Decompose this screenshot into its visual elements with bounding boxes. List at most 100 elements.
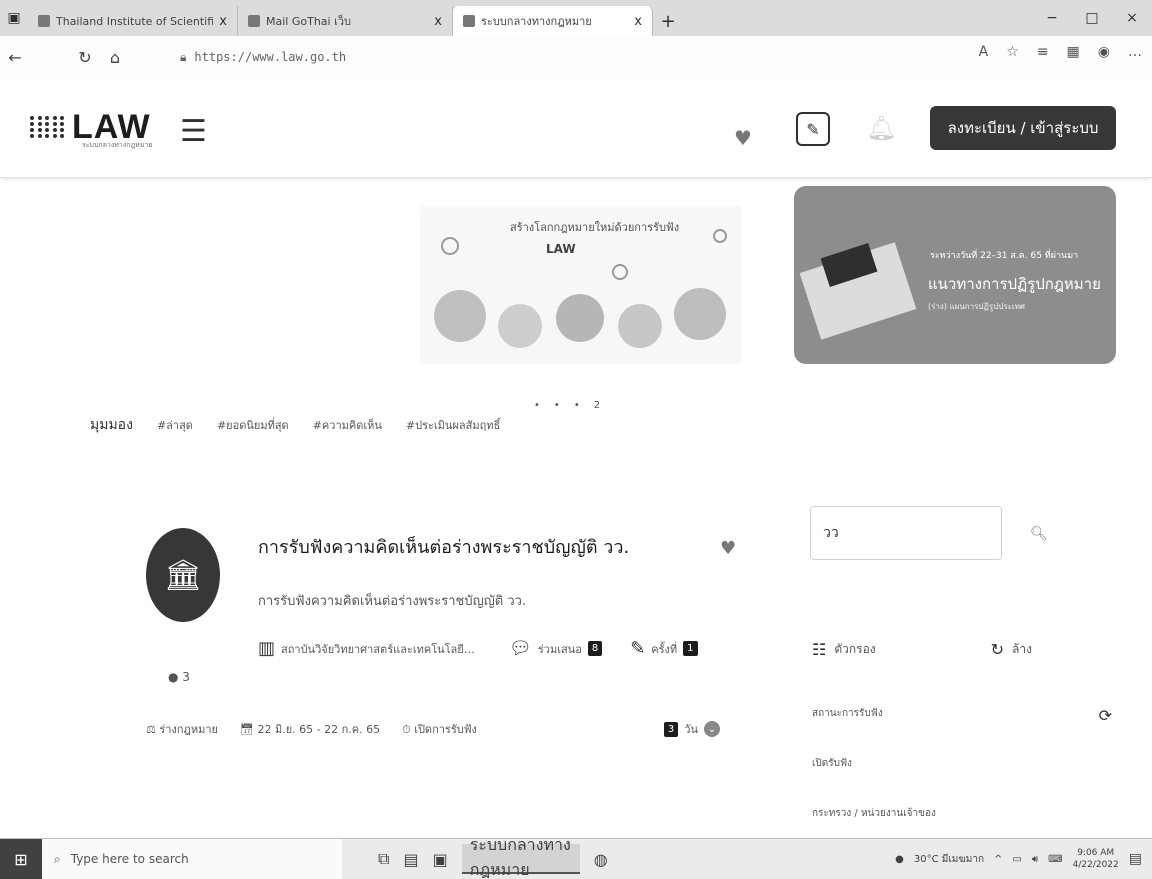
carousel-dot[interactable]: 2 <box>594 400 600 411</box>
card-description: การรับฟังความคิดเห็นต่อร่างพระราชบัญญัติ… <box>258 594 527 609</box>
filter-item-status[interactable]: สถานะการรับฟัง <box>812 706 1112 756</box>
filter-item-open[interactable]: เปิดรับฟัง <box>812 756 1112 806</box>
edits-count: 1 <box>683 641 698 656</box>
notifications-icon[interactable]: ▤ <box>1129 851 1142 867</box>
refresh-icon[interactable]: ⟳ <box>1099 706 1112 725</box>
banner-right-title: แนวทางการปฏิรูปกฎหมาย <box>928 275 1101 293</box>
browser-tab[interactable]: Mail GoThai เว็บ x <box>238 6 453 36</box>
reset-button[interactable]: ↻ ล้าง <box>991 640 1032 659</box>
search-icon: ⌕ <box>54 851 61 866</box>
app-label: ระบบกลางทางกฎหมาย <box>469 835 571 879</box>
pen-icon: ✎ <box>630 638 646 659</box>
carousel-pagination: • • • 2 <box>534 400 600 411</box>
windows-taskbar: ⊞ ⌕ Type here to search ⧉ ▤ ▣ ระบบกลางทา… <box>0 835 1152 879</box>
chrome-icon[interactable]: ◍ <box>594 850 608 869</box>
tab-close-icon[interactable]: x <box>634 14 642 29</box>
search-input[interactable] <box>810 506 1002 560</box>
banner-left-caption: สร้างโลกกฎหมายใหม่ด้วยการรับฟัง <box>510 221 680 234</box>
lock-icon: 🔒︎ <box>180 49 187 64</box>
tab-favicon-icon <box>463 15 475 27</box>
favorite-star-icon[interactable]: ☆ <box>1006 44 1019 60</box>
tray-chevron-icon[interactable]: ^ <box>994 854 1002 865</box>
days-remaining: 3 วัน ⌄ <box>663 720 720 738</box>
notification-bell-icon[interactable]: 🔔︎ <box>866 114 896 142</box>
days-label: วัน <box>684 723 698 736</box>
tab-favicon-icon <box>248 15 260 27</box>
collections-icon[interactable]: ▦ <box>1067 44 1080 60</box>
chat-feedback-icon[interactable]: ✎ <box>796 112 830 146</box>
agency-name: สถาบันวิจัยวิทยาศาสตร์และเทคโนโลยีแห่งปร… <box>281 642 481 656</box>
refresh-icon[interactable]: ↻ <box>70 48 100 67</box>
reset-icon: ↻ <box>990 640 1005 659</box>
minimize-button[interactable]: − <box>1032 0 1072 36</box>
hero-banner-right[interactable]: ระหว่างวันที่ 22–31 ส.ค. 65 ที่ผ่านมา แน… <box>794 186 1116 364</box>
taskbar-app-edge[interactable]: ระบบกลางทางกฎหมาย <box>461 835 580 879</box>
agency-meta[interactable]: ▥ สถาบันวิจัยวิทยาศาสตร์และเทคโนโลยีแห่ง… <box>258 638 481 659</box>
filter-button[interactable]: ☷ ตัวกรอง <box>812 640 876 659</box>
status-badge: ⚖︎ ร่างกฎหมาย <box>146 723 218 736</box>
government-building-icon: 🏛︎ <box>163 557 203 593</box>
maximize-button[interactable]: □ <box>1072 0 1112 36</box>
logo-subtitle: ระบบกลางทางกฎหมาย <box>82 141 153 149</box>
tag-popular[interactable]: #ยอดนิยมที่สุด <box>217 416 289 434</box>
banner-left-logo-text: LAW <box>546 242 576 256</box>
comments-count: 8 <box>587 641 603 656</box>
store-icon[interactable]: ▣ <box>433 850 448 869</box>
tag-opinions[interactable]: #ความคิดเห็น <box>313 416 382 434</box>
tab-title: Thailand Institute of Scientific a <box>56 14 214 28</box>
view-label: มุมมอง <box>90 417 133 433</box>
hamburger-menu-icon[interactable]: ☰ <box>180 114 207 149</box>
site-logo[interactable]: LAW ระบบกลางทางกฎหมาย <box>30 102 152 152</box>
task-view-icon[interactable]: ⧉ <box>378 849 389 869</box>
search-icon[interactable]: 🔍︎ <box>1030 526 1048 542</box>
clock-time: 9:06 AM <box>1077 848 1115 858</box>
back-arrow-icon[interactable]: ← <box>0 48 30 67</box>
taskbar-search[interactable]: ⌕ Type here to search <box>42 838 342 879</box>
tab-close-icon[interactable]: x <box>434 14 442 29</box>
chevron-down-icon[interactable]: ⌄ <box>704 721 720 737</box>
carousel-dot[interactable]: • <box>574 400 580 411</box>
taskbar-search-placeholder: Type here to search <box>70 852 189 866</box>
browser-toolbar: A ☆ ≡ ▦ ◉ … <box>979 44 1142 60</box>
system-tray: ● 30°C มีเมฆมาก ^ ▭ 🔊︎ ⌨ 9:06 AM 4/22/20… <box>895 847 1152 871</box>
reset-label: ล้าง <box>1012 642 1032 656</box>
tab-favicon-icon <box>38 15 50 27</box>
card-meta-row: ▥ สถาบันวิจัยวิทยาศาสตร์และเทคโนโลยีแห่ง… <box>258 638 698 659</box>
tab-close-icon[interactable]: x <box>219 14 227 29</box>
comment-icon: 💬︎ <box>509 638 532 659</box>
agency-avatar[interactable]: 🏛︎ <box>146 528 220 622</box>
favorites-list-icon[interactable]: ≡ <box>1037 44 1049 60</box>
browser-tab[interactable]: Thailand Institute of Scientific a x <box>28 6 238 36</box>
volume-icon[interactable]: 🔊︎ <box>1032 854 1038 865</box>
read-aloud-icon[interactable]: A <box>979 44 989 60</box>
edits-meta[interactable]: ✎ ครั้งที่ 1 <box>630 638 698 659</box>
browser-address-bar: ← ↻ ⌂ 🔒︎ https://www.law.go.th A ☆ ≡ ▦ ◉… <box>0 36 1152 78</box>
login-register-button[interactable]: ลงทะเบียน / เข้าสู่ระบบ <box>930 106 1116 150</box>
carousel-dot[interactable]: • <box>534 400 540 411</box>
banner-right-date: ระหว่างวันที่ 22–31 ส.ค. 65 ที่ผ่านมา <box>930 251 1079 261</box>
network-icon[interactable]: ▭ <box>1012 854 1021 865</box>
new-tab-button[interactable]: + <box>653 6 683 36</box>
tag-evaluation[interactable]: #ประเมินผลสัมฤทธิ์ <box>406 416 500 434</box>
home-icon[interactable]: ⌂ <box>100 48 130 67</box>
hero-banner-left[interactable]: สร้างโลกกฎหมายใหม่ด้วยการรับฟัง LAW <box>420 206 742 364</box>
tab-title: ระบบกลางทางกฎหมาย <box>481 15 592 28</box>
more-menu-icon[interactable]: … <box>1128 44 1142 60</box>
close-window-button[interactable]: × <box>1112 0 1152 36</box>
avatar-caption: ● 3 <box>168 670 190 684</box>
keyboard-icon[interactable]: ⌨ <box>1048 854 1062 865</box>
card-favorite-heart-icon[interactable]: ♥ <box>720 538 736 559</box>
browser-tab-active[interactable]: ระบบกลางทางกฎหมาย x <box>453 6 653 36</box>
url-field[interactable]: 🔒︎ https://www.law.go.th <box>180 44 920 70</box>
card-title[interactable]: การรับฟังความคิดเห็นต่อร่างพระราชบัญญัติ… <box>258 532 629 561</box>
weather-text[interactable]: 30°C มีเมฆมาก <box>914 852 984 867</box>
tag-latest[interactable]: #ล่าสุด <box>157 416 193 434</box>
windows-start-icon[interactable]: ⊞ <box>0 838 42 879</box>
comments-meta[interactable]: 💬︎ ร่วมเสนอ 8 <box>509 638 603 659</box>
clock[interactable]: 9:06 AM 4/22/2022 <box>1073 847 1119 871</box>
file-explorer-icon[interactable]: ▤ <box>403 850 418 869</box>
tab-actions-icon[interactable]: ▣ <box>0 0 28 36</box>
favorites-heart-icon[interactable]: ♥ <box>734 126 754 150</box>
carousel-dot[interactable]: • <box>554 400 560 411</box>
profile-icon[interactable]: ◉ <box>1098 44 1110 60</box>
